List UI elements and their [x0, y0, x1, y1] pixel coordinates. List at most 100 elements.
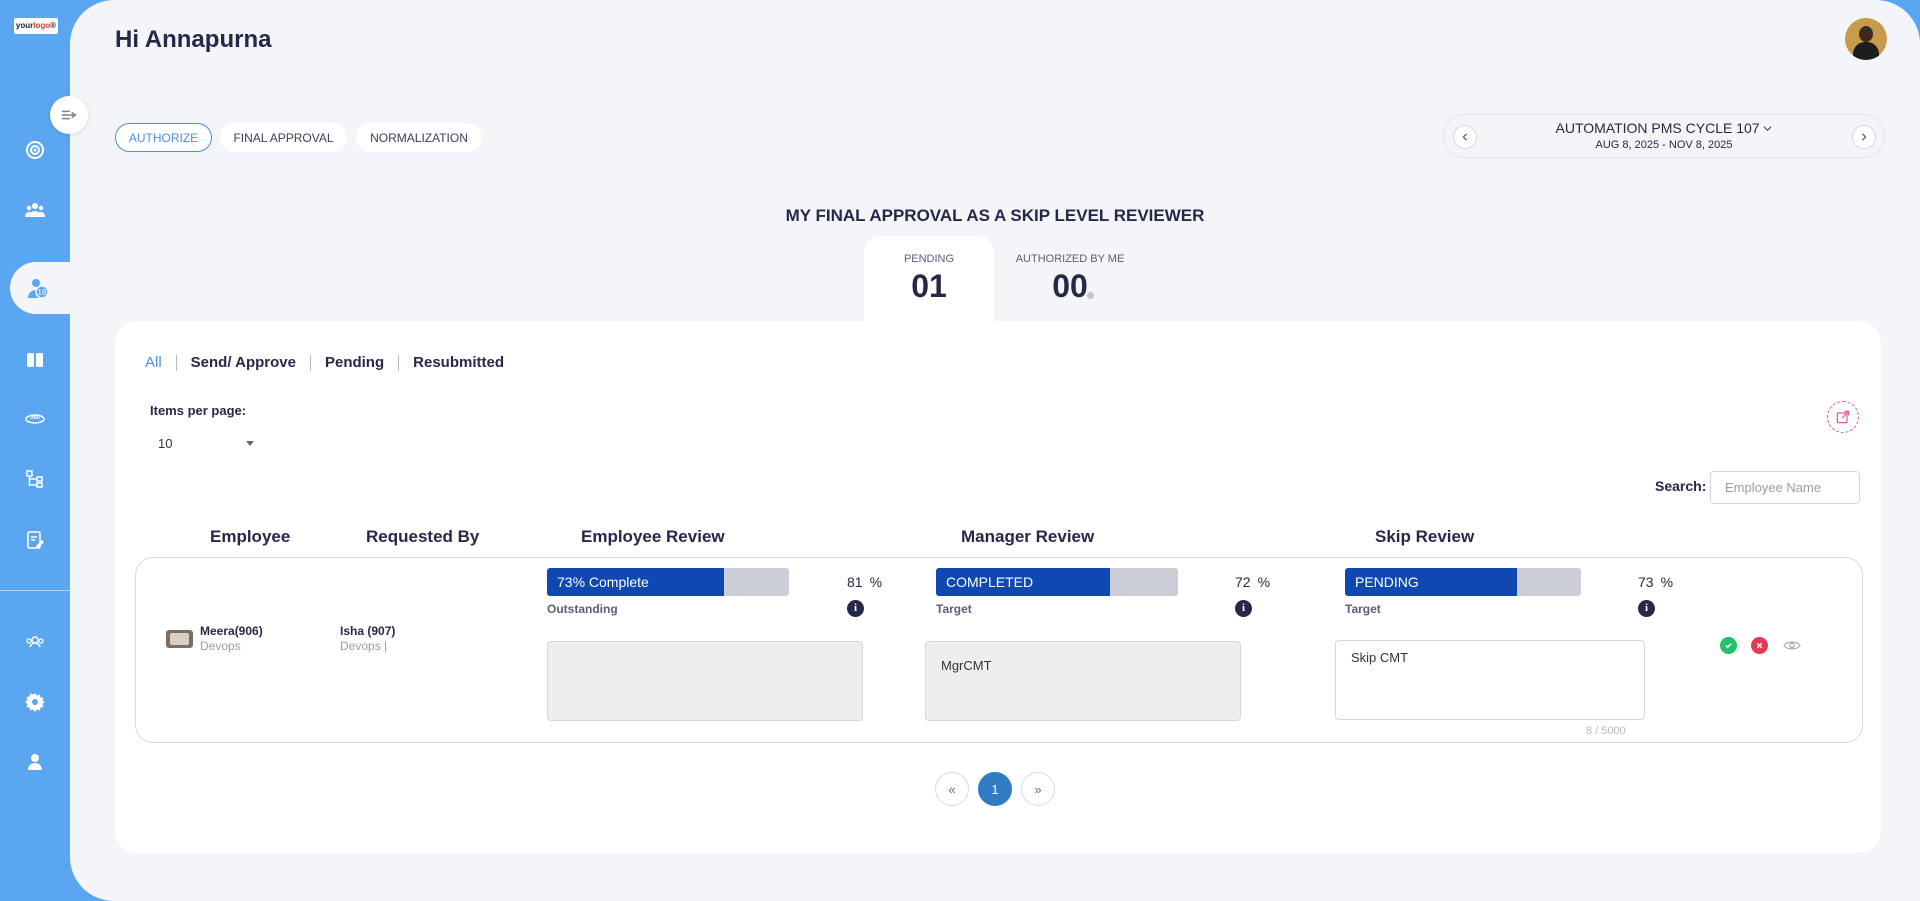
- svg-text:360: 360: [30, 415, 41, 421]
- sidebar-item-goals[interactable]: [22, 137, 48, 163]
- sidebar-item-profile[interactable]: [22, 749, 48, 775]
- gear-icon: [25, 693, 45, 712]
- sidebar-item-reviews[interactable]: 18: [10, 262, 70, 314]
- main-panel: Hi Annapurna AUTHORIZE FINAL APPROVAL NO…: [70, 0, 1920, 901]
- manager-review-comment: MgrCMT: [925, 641, 1241, 721]
- company-logo: yourlogo®: [14, 18, 58, 34]
- manager-review-progress: COMPLETED: [936, 568, 1178, 596]
- cycle-selector: AUTOMATION PMS CYCLE 107 AUG 8, 2025 - N…: [1443, 114, 1885, 158]
- employee-review-score: 81%: [847, 574, 883, 590]
- filter-send-approve[interactable]: Send/ Approve: [175, 355, 310, 371]
- progress-label: COMPLETED: [946, 574, 1034, 590]
- pending-count: 01: [911, 268, 947, 304]
- progress-label: PENDING: [1355, 574, 1419, 590]
- user-avatar[interactable]: [1845, 18, 1887, 60]
- reject-button[interactable]: [1751, 637, 1768, 654]
- status-tab-authorized[interactable]: AUTHORIZED BY ME 00: [1000, 236, 1140, 324]
- collapse-arrow-icon: [61, 110, 77, 120]
- cycle-title-dropdown[interactable]: AUTOMATION PMS CYCLE 107: [1444, 120, 1884, 136]
- sidebar-item-forms[interactable]: [22, 527, 48, 553]
- sidebar-divider: [0, 590, 70, 591]
- carousel-dot[interactable]: [1087, 292, 1094, 299]
- table-row: Meera(906) Devops Isha (907) Devops | 73…: [135, 557, 1863, 743]
- external-link-icon: [1836, 410, 1850, 424]
- employee-review-rating: Outstanding: [547, 602, 618, 616]
- sidebar-item-hierarchy[interactable]: [22, 466, 48, 492]
- chevron-down-icon: [1763, 126, 1772, 132]
- svg-text:18: 18: [38, 288, 47, 297]
- col-employee: Employee: [210, 527, 291, 546]
- progress-label: 73% Complete: [557, 574, 649, 590]
- info-icon[interactable]: i: [1638, 600, 1655, 617]
- approval-card: All Send/ Approve Pending Resubmitted It…: [115, 321, 1881, 853]
- pagination-next[interactable]: »: [1021, 772, 1055, 806]
- col-employee-review: Employee Review: [581, 527, 725, 546]
- items-per-page-value: 10: [158, 435, 173, 451]
- col-skip-review: Skip Review: [1375, 527, 1475, 546]
- team-icon: [25, 203, 45, 217]
- close-icon: [1756, 642, 1763, 649]
- items-per-page-select[interactable]: 10: [150, 429, 260, 457]
- search-label: Search:: [1655, 478, 1707, 494]
- info-icon[interactable]: i: [1235, 600, 1252, 617]
- sidebar-item-library[interactable]: [22, 347, 48, 373]
- caret-down-icon: [246, 440, 254, 446]
- filter-all[interactable]: All: [145, 355, 176, 371]
- col-requested-by: Requested By: [366, 527, 480, 546]
- authorized-label: AUTHORIZED BY ME: [1015, 253, 1125, 265]
- person-icon: [28, 754, 42, 770]
- status-tab-pending[interactable]: PENDING 01: [864, 236, 994, 324]
- sidebar-item-groups[interactable]: [22, 629, 48, 655]
- employee-name[interactable]: Meera(906): [200, 624, 263, 638]
- filter-pending[interactable]: Pending: [309, 355, 398, 371]
- approve-button[interactable]: [1720, 637, 1737, 654]
- sidebar-item-360[interactable]: 360: [22, 405, 48, 431]
- sidebar: yourlogo® 18 360: [0, 0, 70, 901]
- view-button[interactable]: [1782, 637, 1802, 654]
- edit-document-icon: [27, 531, 44, 549]
- search-input[interactable]: [1710, 471, 1860, 504]
- employee-review-comment: [547, 641, 863, 721]
- tab-normalization[interactable]: NORMALIZATION: [356, 123, 482, 152]
- check-icon: [1725, 643, 1732, 649]
- pending-label: PENDING: [903, 253, 955, 265]
- export-button[interactable]: [1827, 401, 1859, 433]
- manager-review-rating: Target: [936, 602, 972, 616]
- page-greeting: Hi Annapurna: [115, 26, 272, 53]
- sidebar-item-team[interactable]: [22, 197, 48, 223]
- items-per-page-label: Items per page:: [150, 403, 247, 418]
- employee-dept: Devops: [200, 639, 241, 653]
- manager-review-score: 72%: [1235, 574, 1271, 590]
- sidebar-item-settings[interactable]: [22, 689, 48, 715]
- pagination-page-1[interactable]: 1: [978, 772, 1012, 806]
- char-counter: 8 / 5000: [1586, 725, 1626, 737]
- tab-authorize[interactable]: AUTHORIZE: [115, 123, 212, 152]
- 360-icon: 360: [25, 414, 45, 424]
- filter-resubmitted[interactable]: Resubmitted: [398, 355, 518, 371]
- filter-bar: All Send/ Approve Pending Resubmitted: [145, 355, 518, 371]
- eye-icon: [1783, 641, 1801, 650]
- tab-final-approval[interactable]: FINAL APPROVAL: [220, 123, 347, 152]
- skip-review-comment-input[interactable]: Skip CMT: [1335, 640, 1645, 720]
- group-icon: [26, 636, 44, 648]
- info-icon[interactable]: i: [847, 600, 864, 617]
- cycle-next-button[interactable]: [1852, 125, 1876, 149]
- requester-dept: Devops |: [340, 639, 388, 653]
- authorized-count: 00: [1052, 268, 1088, 304]
- skip-review-score: 73%: [1638, 574, 1674, 590]
- cycle-dates: AUG 8, 2025 - NOV 8, 2025: [1595, 139, 1733, 151]
- requester-name: Isha (907): [340, 624, 396, 638]
- sidebar-collapse-button[interactable]: [50, 96, 88, 134]
- chevron-right-icon: [1861, 133, 1867, 141]
- employee-review-progress: 73% Complete: [547, 568, 789, 596]
- user-badge-icon: 18: [28, 279, 49, 299]
- section-heading: MY FINAL APPROVAL AS A SKIP LEVEL REVIEW…: [785, 206, 1205, 225]
- skip-review-progress: PENDING: [1345, 568, 1581, 596]
- employee-avatar: [166, 630, 193, 648]
- pagination-prev[interactable]: «: [935, 772, 969, 806]
- skip-review-rating: Target: [1345, 602, 1381, 616]
- book-icon: [27, 353, 43, 367]
- target-icon: [26, 141, 44, 159]
- hierarchy-icon: [26, 470, 43, 488]
- col-manager-review: Manager Review: [961, 527, 1095, 546]
